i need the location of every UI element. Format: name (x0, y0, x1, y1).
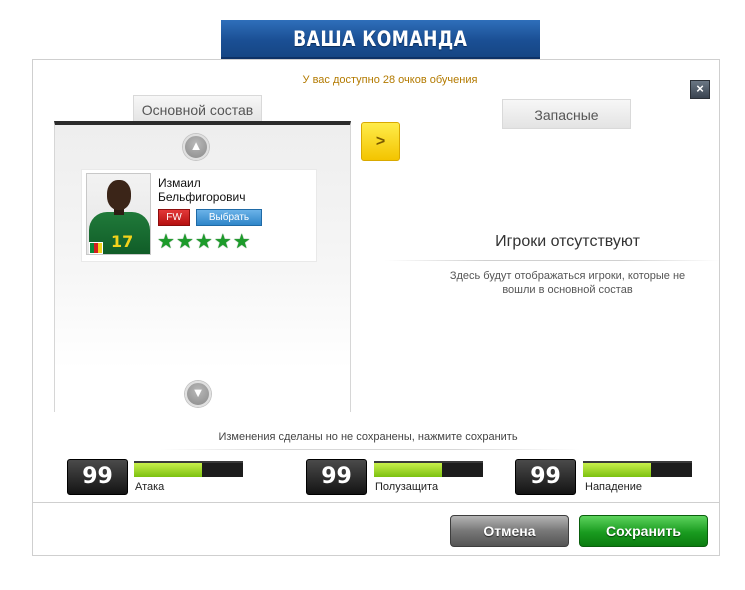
divider (385, 260, 720, 261)
country-flag-icon (89, 242, 103, 254)
scroll-up-button[interactable]: ▲ (183, 134, 209, 160)
player-rating: ★ ★ ★ ★ ★ (157, 232, 251, 252)
star-icon: ★ (175, 231, 194, 253)
scroll-down-button[interactable]: ▼ (185, 381, 211, 407)
lineup-list (54, 121, 351, 412)
star-icon: ★ (194, 231, 213, 253)
stat-bar-attack (134, 461, 243, 477)
page-title: ВАША КОМАНДА (293, 26, 468, 51)
stat-value-forward: 99 (515, 459, 576, 495)
stat-label-attack: Атака (135, 481, 165, 493)
stat-bar-midfield (374, 461, 483, 477)
player-name: Измаил Бельфигорович (158, 176, 246, 204)
position-badge: FW (158, 209, 190, 226)
player-photo: 17 (86, 173, 151, 255)
save-button[interactable]: Сохранить (579, 515, 708, 547)
move-to-bench-button[interactable]: > (361, 122, 400, 161)
shirt-number: 17 (111, 232, 134, 251)
chevron-down-icon: ▼ (191, 385, 205, 400)
select-player-button[interactable]: Выбрать (196, 209, 262, 226)
stat-label-forward: Нападение (585, 481, 643, 493)
bench-empty-description: Здесь будут отображаться игроки, которые… (449, 270, 686, 296)
chevron-up-icon: ▲ (189, 138, 203, 153)
star-icon: ★ (232, 231, 251, 253)
tab-main-lineup[interactable]: Основной состав (133, 95, 262, 123)
stat-label-midfield: Полузащита (375, 481, 439, 493)
unsaved-changes-message: Изменения сделаны но не сохранены, нажми… (218, 431, 518, 443)
star-icon: ★ (157, 231, 175, 253)
stat-bar-forward (583, 461, 692, 477)
cancel-button[interactable]: Отмена (450, 515, 569, 547)
training-points-note: У вас доступно 28 очков обучения (302, 74, 478, 86)
divider (160, 449, 580, 450)
stat-value-attack: 99 (67, 459, 128, 495)
tab-substitutes[interactable]: Запасные (502, 99, 631, 129)
star-icon: ★ (213, 231, 232, 253)
close-icon[interactable]: × (690, 80, 710, 99)
stat-value-midfield: 99 (306, 459, 367, 495)
title-banner: ВАША КОМАНДА (221, 20, 540, 59)
bench-empty-title: Игроки отсутствуют (495, 233, 640, 250)
